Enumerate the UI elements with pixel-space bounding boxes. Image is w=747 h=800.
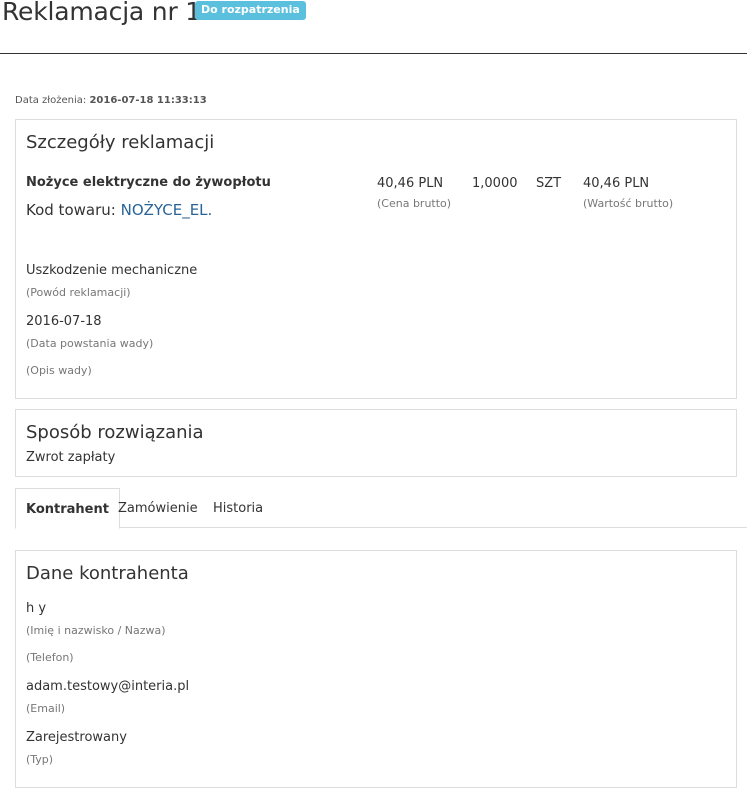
complaint-details-title: Szczegóły reklamacji [26, 132, 215, 153]
tab-bar: Kontrahent Zamówienie Historia [15, 488, 747, 529]
contractor-type-value: Zarejestrowany [26, 730, 127, 745]
unit: SZT [536, 176, 562, 191]
product-name: Nożyce elektryczne do żywopłotu [26, 175, 271, 190]
page-header: Reklamacja nr 1 Do rozpatrzenia [0, 0, 747, 54]
status-badge: Do rozpatrzenia [195, 1, 306, 20]
contractor-type-label: (Typ) [26, 753, 54, 766]
submit-date: Data złożenia: 2016-07-18 11:33:13 [15, 95, 207, 106]
tab-history[interactable]: Historia [203, 488, 273, 528]
contractor-email-value: adam.testowy@interia.pl [26, 679, 190, 694]
solution-title: Sposób rozwiązania [26, 422, 204, 443]
gross-price: 40,46 PLN [377, 176, 444, 191]
defect-date-label: (Data powstania wady) [26, 337, 154, 350]
defect-date-value: 2016-07-18 [26, 314, 102, 329]
gross-value-label: (Wartość brutto) [583, 197, 674, 210]
contractor-email-label: (Email) [26, 702, 66, 715]
product-code-link[interactable]: NOŻYCE_EL. [121, 201, 213, 219]
contractor-name-value: h y [26, 601, 47, 616]
complaint-reason-label: (Powód reklamacji) [26, 286, 131, 299]
contractor-panel: Dane kontrahenta h y (Imię i nazwisko / … [15, 550, 737, 788]
defect-description-label: (Opis wady) [26, 364, 92, 377]
product-code-label: Kod towaru: [26, 201, 116, 219]
tab-order[interactable]: Zamówienie [108, 488, 208, 528]
submit-date-value: 2016-07-18 11:33:13 [89, 95, 207, 106]
solution-value: Zwrot zapłaty [26, 450, 116, 465]
complaint-details-panel: Szczegóły reklamacji Nożyce elektryczne … [15, 119, 737, 399]
product-code: Kod towaru: NOŻYCE_EL. [26, 201, 212, 219]
contractor-title: Dane kontrahenta [26, 563, 189, 584]
page-title: Reklamacja nr 1 [2, 0, 201, 26]
submit-date-label: Data złożenia: [15, 95, 87, 106]
contractor-name-label: (Imię i nazwisko / Nazwa) [26, 624, 166, 637]
solution-panel: Sposób rozwiązania Zwrot zapłaty [15, 409, 737, 477]
gross-value: 40,46 PLN [583, 176, 650, 191]
complaint-reason-value: Uszkodzenie mechaniczne [26, 263, 198, 278]
tab-contractor[interactable]: Kontrahent [15, 488, 120, 529]
contractor-phone-label: (Telefon) [26, 651, 74, 664]
gross-price-label: (Cena brutto) [377, 197, 452, 210]
quantity: 1,0000 [472, 176, 518, 191]
